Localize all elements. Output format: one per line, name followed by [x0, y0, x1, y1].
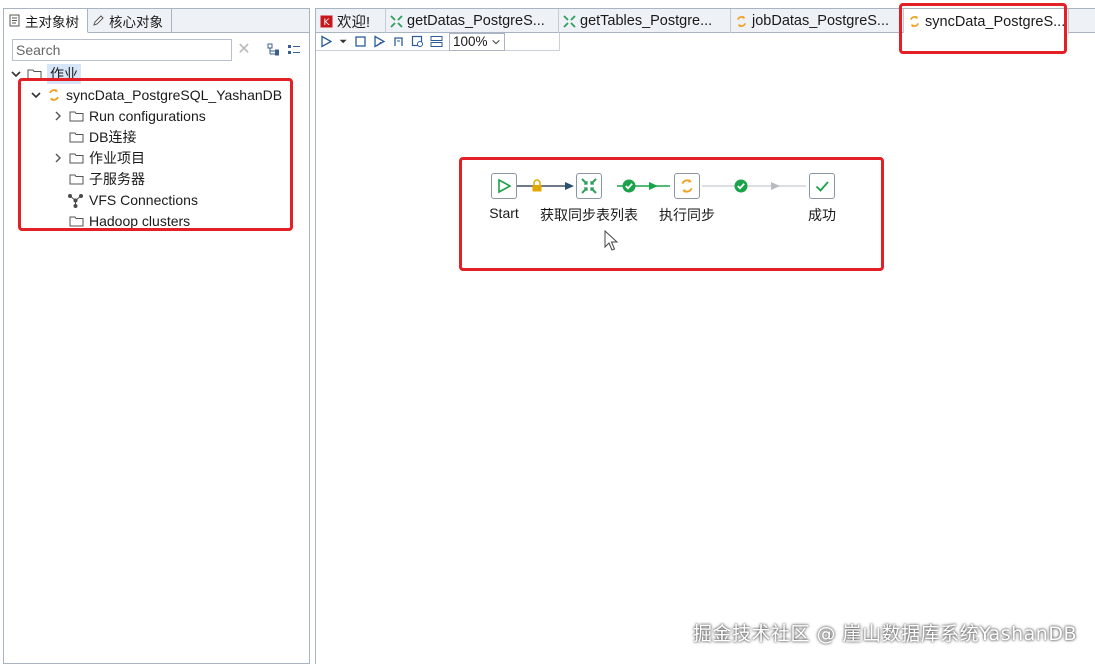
object-tree-panel: 主对象树 核心对象 ✕ 作业 syncData_PostgreSQL_Yasha… — [3, 8, 310, 664]
node-label-execute-sync: 执行同步 — [659, 207, 715, 223]
tree-item-label: 子服务器 — [89, 171, 145, 187]
tab-main-object-tree[interactable]: 主对象树 — [4, 9, 88, 33]
job-icon — [49, 89, 59, 101]
job-icon — [910, 15, 919, 28]
stop-icon[interactable] — [354, 35, 367, 48]
dropdown-arrow-icon[interactable] — [339, 35, 348, 48]
hop-arrowhead — [649, 182, 658, 190]
document-icon — [9, 14, 20, 27]
mouse-cursor-icon — [604, 230, 619, 251]
node-label-get-table-list: 获取同步表列表 — [540, 207, 638, 223]
success-check-icon — [622, 179, 636, 193]
folder-icon — [69, 174, 84, 185]
tree-item-label: Hadoop clusters — [89, 213, 191, 229]
welcome-icon: K — [320, 15, 333, 28]
tab-label: 主对象树 — [25, 14, 79, 30]
chevron-right-icon[interactable] — [52, 152, 64, 164]
run-icon[interactable] — [320, 35, 333, 48]
search-row: ✕ — [12, 39, 301, 61]
tree-root-label: 作业 — [47, 64, 81, 84]
search-input[interactable] — [12, 39, 232, 61]
pencil-icon — [93, 15, 104, 26]
tab-label: 核心对象 — [109, 14, 163, 30]
tree-item-vfs-connections[interactable]: VFS Connections — [67, 190, 198, 210]
tree-item-label: 作业项目 — [89, 150, 145, 166]
tree-root-row[interactable]: 作业 — [10, 64, 81, 84]
vfs-network-icon — [68, 193, 83, 208]
sql-icon[interactable] — [430, 35, 443, 48]
transform-icon — [581, 178, 597, 194]
tree-job-row[interactable]: syncData_PostgreSQL_YashanDB — [30, 85, 282, 105]
tab-syncdata[interactable]: syncData_PostgreS... ✕ — [904, 9, 1069, 34]
tab-label: getTables_Postgre... — [580, 13, 713, 29]
node-execute-sync[interactable] — [674, 173, 700, 199]
tab-gettables[interactable]: getTables_Postgre... — [559, 9, 731, 33]
debug-icon[interactable] — [392, 35, 405, 48]
tab-label: getDatas_PostgreS... — [407, 13, 545, 29]
tree-item-db-connections[interactable]: DB连接 — [69, 127, 136, 147]
success-check-icon — [734, 179, 748, 193]
tree-item-hadoop-clusters[interactable]: Hadoop clusters — [69, 211, 190, 231]
tab-welcome[interactable]: K 欢迎! — [316, 9, 386, 33]
node-label-start: Start — [489, 205, 519, 221]
node-start[interactable] — [491, 173, 517, 199]
tree-toolbar — [267, 43, 301, 57]
hop-arrowhead — [565, 182, 574, 190]
transform-icon — [390, 14, 403, 28]
node-get-table-list[interactable] — [576, 173, 602, 199]
lock-icon — [532, 179, 542, 192]
node-success[interactable] — [809, 173, 835, 199]
zoom-select[interactable]: 100% — [449, 32, 505, 51]
start-icon — [498, 178, 512, 194]
folder-icon — [27, 69, 42, 80]
chevron-down-icon[interactable] — [30, 89, 42, 101]
folder-icon — [69, 132, 84, 143]
success-icon — [815, 181, 829, 192]
folder-icon — [69, 153, 84, 164]
tree-item-run-configurations[interactable]: Run configurations — [52, 106, 206, 126]
tree-job-label: syncData_PostgreSQL_YashanDB — [66, 87, 283, 103]
hop-arrowhead — [771, 182, 780, 190]
editor-panel: K 欢迎! getDatas_PostgreS... getTables_Pos… — [315, 8, 1095, 664]
check-icon[interactable] — [411, 35, 424, 48]
collapse-tree-icon[interactable] — [287, 43, 301, 57]
tab-core-objects[interactable]: 核心对象 — [88, 9, 172, 32]
clear-search-icon[interactable]: ✕ — [236, 42, 252, 58]
expand-tree-icon[interactable] — [267, 43, 281, 57]
watermark-text: 掘金技术社区 @ 崖山数据库系统YashanDB — [692, 623, 1077, 645]
zoom-value: 100% — [453, 34, 488, 49]
chevron-down-icon — [491, 39, 500, 44]
editor-tab-bar: K 欢迎! getDatas_PostgreS... getTables_Pos… — [316, 9, 1095, 34]
tab-jobdatas[interactable]: jobDatas_PostgreS... — [731, 9, 904, 33]
tab-label: syncData_PostgreS... — [925, 13, 1066, 30]
job-canvas[interactable]: Start 获取同步表列表 执行同步 成功 — [316, 51, 1095, 664]
node-label-success: 成功 — [808, 207, 836, 223]
transform-icon — [563, 14, 576, 28]
chevron-down-icon[interactable] — [10, 68, 22, 80]
editor-toolbar: 100% — [316, 32, 560, 51]
folder-icon — [69, 111, 84, 122]
chevron-right-icon[interactable] — [52, 110, 64, 122]
tab-label: jobDatas_PostgreS... — [752, 13, 890, 29]
preview-icon[interactable] — [373, 35, 386, 48]
tab-getdatas[interactable]: getDatas_PostgreS... — [386, 9, 559, 33]
folder-icon — [69, 216, 84, 227]
tree-item-label: Run configurations — [89, 108, 206, 124]
job-icon — [737, 15, 746, 27]
tree-item-label: VFS Connections — [89, 192, 198, 208]
tab-label: 欢迎! — [337, 14, 371, 31]
tree-item-label: DB连接 — [89, 129, 137, 145]
tree-item-job-entries[interactable]: 作业项目 — [52, 148, 145, 168]
left-panel-tabs: 主对象树 核心对象 — [4, 9, 309, 33]
job-icon — [681, 179, 693, 193]
tree-item-slave-servers[interactable]: 子服务器 — [69, 169, 145, 189]
